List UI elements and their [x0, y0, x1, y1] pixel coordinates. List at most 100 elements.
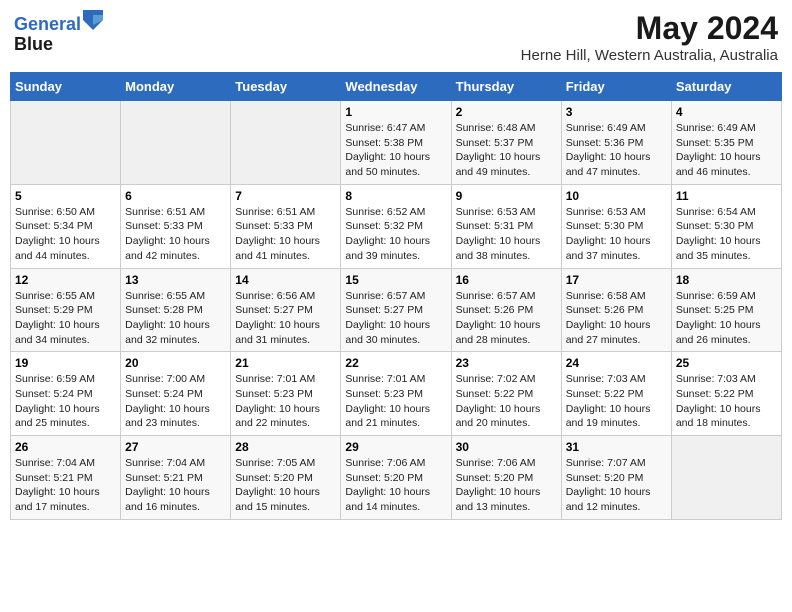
calendar-cell: 31 Sunrise: 7:07 AM Sunset: 5:20 PM Dayl… [561, 436, 671, 520]
logo-icon [83, 10, 103, 30]
weekday-header-cell: Wednesday [341, 73, 451, 101]
day-number: 23 [456, 356, 557, 370]
day-info: Sunrise: 6:55 AM Sunset: 5:29 PM Dayligh… [15, 289, 116, 348]
day-number: 30 [456, 440, 557, 454]
day-info: Sunrise: 7:07 AM Sunset: 5:20 PM Dayligh… [566, 456, 667, 515]
day-number: 3 [566, 105, 667, 119]
logo: GeneralBlue [14, 10, 103, 55]
page-header: GeneralBlue May 2024 Herne Hill, Western… [10, 10, 782, 64]
day-info: Sunrise: 6:59 AM Sunset: 5:25 PM Dayligh… [676, 289, 777, 348]
day-info: Sunrise: 6:57 AM Sunset: 5:27 PM Dayligh… [345, 289, 446, 348]
calendar-cell: 26 Sunrise: 7:04 AM Sunset: 5:21 PM Dayl… [11, 436, 121, 520]
day-number: 21 [235, 356, 336, 370]
calendar-cell: 17 Sunrise: 6:58 AM Sunset: 5:26 PM Dayl… [561, 268, 671, 352]
day-info: Sunrise: 6:52 AM Sunset: 5:32 PM Dayligh… [345, 205, 446, 264]
day-number: 31 [566, 440, 667, 454]
main-title: May 2024 [521, 10, 778, 47]
day-number: 25 [676, 356, 777, 370]
calendar-week-row: 1 Sunrise: 6:47 AM Sunset: 5:38 PM Dayli… [11, 101, 782, 185]
calendar-cell: 10 Sunrise: 6:53 AM Sunset: 5:30 PM Dayl… [561, 184, 671, 268]
day-info: Sunrise: 7:04 AM Sunset: 5:21 PM Dayligh… [125, 456, 226, 515]
calendar-cell: 28 Sunrise: 7:05 AM Sunset: 5:20 PM Dayl… [231, 436, 341, 520]
day-info: Sunrise: 6:53 AM Sunset: 5:31 PM Dayligh… [456, 205, 557, 264]
calendar-cell: 22 Sunrise: 7:01 AM Sunset: 5:23 PM Dayl… [341, 352, 451, 436]
day-info: Sunrise: 7:04 AM Sunset: 5:21 PM Dayligh… [15, 456, 116, 515]
day-number: 1 [345, 105, 446, 119]
day-number: 16 [456, 273, 557, 287]
day-info: Sunrise: 7:00 AM Sunset: 5:24 PM Dayligh… [125, 372, 226, 431]
calendar-cell: 16 Sunrise: 6:57 AM Sunset: 5:26 PM Dayl… [451, 268, 561, 352]
calendar-cell: 2 Sunrise: 6:48 AM Sunset: 5:37 PM Dayli… [451, 101, 561, 185]
calendar-cell [231, 101, 341, 185]
day-number: 20 [125, 356, 226, 370]
day-number: 7 [235, 189, 336, 203]
calendar-cell [121, 101, 231, 185]
weekday-header-cell: Thursday [451, 73, 561, 101]
day-info: Sunrise: 6:49 AM Sunset: 5:36 PM Dayligh… [566, 121, 667, 180]
weekday-header-cell: Monday [121, 73, 231, 101]
day-info: Sunrise: 6:51 AM Sunset: 5:33 PM Dayligh… [125, 205, 226, 264]
day-number: 8 [345, 189, 446, 203]
day-number: 10 [566, 189, 667, 203]
calendar-cell: 15 Sunrise: 6:57 AM Sunset: 5:27 PM Dayl… [341, 268, 451, 352]
weekday-header-cell: Tuesday [231, 73, 341, 101]
calendar-cell: 25 Sunrise: 7:03 AM Sunset: 5:22 PM Dayl… [671, 352, 781, 436]
day-info: Sunrise: 7:03 AM Sunset: 5:22 PM Dayligh… [566, 372, 667, 431]
calendar-cell: 20 Sunrise: 7:00 AM Sunset: 5:24 PM Dayl… [121, 352, 231, 436]
calendar-cell: 6 Sunrise: 6:51 AM Sunset: 5:33 PM Dayli… [121, 184, 231, 268]
day-info: Sunrise: 7:03 AM Sunset: 5:22 PM Dayligh… [676, 372, 777, 431]
day-number: 17 [566, 273, 667, 287]
day-number: 14 [235, 273, 336, 287]
day-info: Sunrise: 6:57 AM Sunset: 5:26 PM Dayligh… [456, 289, 557, 348]
calendar-week-row: 12 Sunrise: 6:55 AM Sunset: 5:29 PM Dayl… [11, 268, 782, 352]
day-number: 4 [676, 105, 777, 119]
day-number: 29 [345, 440, 446, 454]
day-number: 26 [15, 440, 116, 454]
weekday-header-row: SundayMondayTuesdayWednesdayThursdayFrid… [11, 73, 782, 101]
calendar-week-row: 19 Sunrise: 6:59 AM Sunset: 5:24 PM Dayl… [11, 352, 782, 436]
calendar-cell: 23 Sunrise: 7:02 AM Sunset: 5:22 PM Dayl… [451, 352, 561, 436]
day-number: 24 [566, 356, 667, 370]
day-info: Sunrise: 7:05 AM Sunset: 5:20 PM Dayligh… [235, 456, 336, 515]
calendar-table: SundayMondayTuesdayWednesdayThursdayFrid… [10, 72, 782, 520]
calendar-cell: 18 Sunrise: 6:59 AM Sunset: 5:25 PM Dayl… [671, 268, 781, 352]
title-block: May 2024 Herne Hill, Western Australia, … [521, 10, 778, 64]
day-number: 11 [676, 189, 777, 203]
calendar-cell [671, 436, 781, 520]
day-info: Sunrise: 7:06 AM Sunset: 5:20 PM Dayligh… [345, 456, 446, 515]
logo-text: GeneralBlue [14, 10, 103, 55]
calendar-cell: 4 Sunrise: 6:49 AM Sunset: 5:35 PM Dayli… [671, 101, 781, 185]
day-number: 13 [125, 273, 226, 287]
calendar-cell: 19 Sunrise: 6:59 AM Sunset: 5:24 PM Dayl… [11, 352, 121, 436]
calendar-cell: 9 Sunrise: 6:53 AM Sunset: 5:31 PM Dayli… [451, 184, 561, 268]
day-number: 27 [125, 440, 226, 454]
day-info: Sunrise: 6:54 AM Sunset: 5:30 PM Dayligh… [676, 205, 777, 264]
calendar-cell: 13 Sunrise: 6:55 AM Sunset: 5:28 PM Dayl… [121, 268, 231, 352]
weekday-header-cell: Friday [561, 73, 671, 101]
calendar-cell: 8 Sunrise: 6:52 AM Sunset: 5:32 PM Dayli… [341, 184, 451, 268]
calendar-cell: 30 Sunrise: 7:06 AM Sunset: 5:20 PM Dayl… [451, 436, 561, 520]
calendar-cell: 1 Sunrise: 6:47 AM Sunset: 5:38 PM Dayli… [341, 101, 451, 185]
day-number: 5 [15, 189, 116, 203]
day-info: Sunrise: 6:55 AM Sunset: 5:28 PM Dayligh… [125, 289, 226, 348]
calendar-cell: 3 Sunrise: 6:49 AM Sunset: 5:36 PM Dayli… [561, 101, 671, 185]
calendar-body: 1 Sunrise: 6:47 AM Sunset: 5:38 PM Dayli… [11, 101, 782, 520]
day-info: Sunrise: 7:02 AM Sunset: 5:22 PM Dayligh… [456, 372, 557, 431]
weekday-header-cell: Sunday [11, 73, 121, 101]
day-info: Sunrise: 6:58 AM Sunset: 5:26 PM Dayligh… [566, 289, 667, 348]
day-info: Sunrise: 7:01 AM Sunset: 5:23 PM Dayligh… [345, 372, 446, 431]
day-number: 28 [235, 440, 336, 454]
day-info: Sunrise: 6:51 AM Sunset: 5:33 PM Dayligh… [235, 205, 336, 264]
calendar-cell [11, 101, 121, 185]
weekday-header-cell: Saturday [671, 73, 781, 101]
day-number: 9 [456, 189, 557, 203]
calendar-cell: 14 Sunrise: 6:56 AM Sunset: 5:27 PM Dayl… [231, 268, 341, 352]
day-info: Sunrise: 6:53 AM Sunset: 5:30 PM Dayligh… [566, 205, 667, 264]
day-info: Sunrise: 6:59 AM Sunset: 5:24 PM Dayligh… [15, 372, 116, 431]
calendar-cell: 29 Sunrise: 7:06 AM Sunset: 5:20 PM Dayl… [341, 436, 451, 520]
day-number: 15 [345, 273, 446, 287]
calendar-cell: 27 Sunrise: 7:04 AM Sunset: 5:21 PM Dayl… [121, 436, 231, 520]
calendar-week-row: 5 Sunrise: 6:50 AM Sunset: 5:34 PM Dayli… [11, 184, 782, 268]
day-info: Sunrise: 7:01 AM Sunset: 5:23 PM Dayligh… [235, 372, 336, 431]
calendar-cell: 24 Sunrise: 7:03 AM Sunset: 5:22 PM Dayl… [561, 352, 671, 436]
